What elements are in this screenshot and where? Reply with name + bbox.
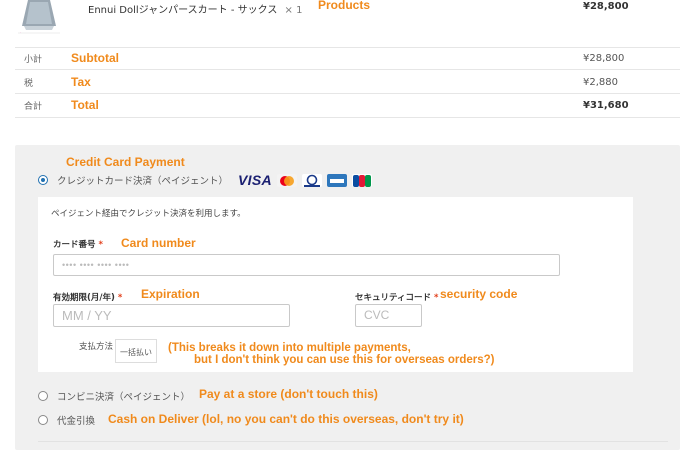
required-mark: *	[98, 240, 103, 250]
annotation-cash-on-delivery: Cash on Deliver (lol, no you can't do th…	[108, 412, 464, 426]
divider	[15, 69, 680, 70]
payment-description: ペイジェント経由でクレジット決済を利用します。	[51, 209, 246, 219]
amex-logo	[326, 173, 347, 187]
divider	[15, 93, 680, 94]
divider	[15, 117, 680, 118]
svg-text:·: ·	[20, 30, 21, 34]
convenience-store-radio[interactable]	[38, 391, 48, 401]
visa-logo: VISA	[238, 172, 272, 188]
jcb-logo	[351, 173, 372, 187]
annotation-products: Products	[318, 0, 371, 12]
subtotal-value: ¥28,800	[583, 53, 625, 64]
annotation-installments: (This breaks it down into multiple payme…	[168, 342, 495, 366]
annotation-expiration: Expiration	[141, 287, 200, 301]
card-number-label: カード番号 *	[53, 240, 103, 250]
cvc-label: セキュリティコード *	[355, 293, 439, 303]
credit-card-method-label[interactable]: クレジットカード決済（ペイジェント）	[57, 173, 228, 187]
required-mark: *	[117, 293, 123, 303]
card-number-input[interactable]: •••• •••• •••• ••••	[53, 254, 560, 276]
installments-label: 支払方法	[79, 342, 114, 352]
mastercard-logo	[276, 173, 297, 187]
annotation-total: Total	[71, 98, 99, 112]
product-thumbnail[interactable]: ·	[18, 0, 60, 34]
annotation-security-code: security code	[440, 287, 518, 301]
subtotal-label: 小計	[24, 55, 43, 65]
convenience-store-method-label[interactable]: コンビニ決済（ペイジェント）	[57, 389, 190, 403]
credit-card-radio[interactable]	[38, 175, 48, 185]
cash-on-delivery-radio[interactable]	[38, 415, 48, 425]
diners-club-logo	[301, 173, 322, 187]
required-mark: *	[433, 293, 439, 303]
annotation-card-number: Card number	[121, 236, 196, 250]
tax-label: 税	[24, 79, 34, 89]
annotation-tax: Tax	[71, 75, 91, 89]
product-name[interactable]: Ennui Dollジャンパースカート - サックス × 1	[88, 1, 302, 16]
annotation-convenience-store: Pay at a store (don't touch this)	[199, 387, 378, 401]
expiry-label: 有効期限(月/年) *	[53, 293, 123, 303]
cash-on-delivery-method-label[interactable]: 代金引換	[57, 413, 95, 427]
expiry-input[interactable]: MM / YY	[53, 304, 290, 327]
total-value: ¥31,680	[583, 100, 629, 111]
total-label: 合計	[24, 102, 43, 112]
tax-value: ¥2,880	[583, 77, 618, 88]
annotation-subtotal: Subtotal	[71, 51, 119, 65]
divider	[15, 47, 680, 48]
cvc-input[interactable]: CVC	[355, 304, 422, 327]
installments-select[interactable]: 一括払い	[115, 339, 157, 363]
product-price: ¥28,800	[583, 1, 629, 12]
product-quantity: × 1	[284, 5, 303, 16]
divider	[38, 441, 668, 442]
annotation-credit-card-payment: Credit Card Payment	[66, 155, 185, 169]
card-logos: VISA	[238, 172, 372, 188]
